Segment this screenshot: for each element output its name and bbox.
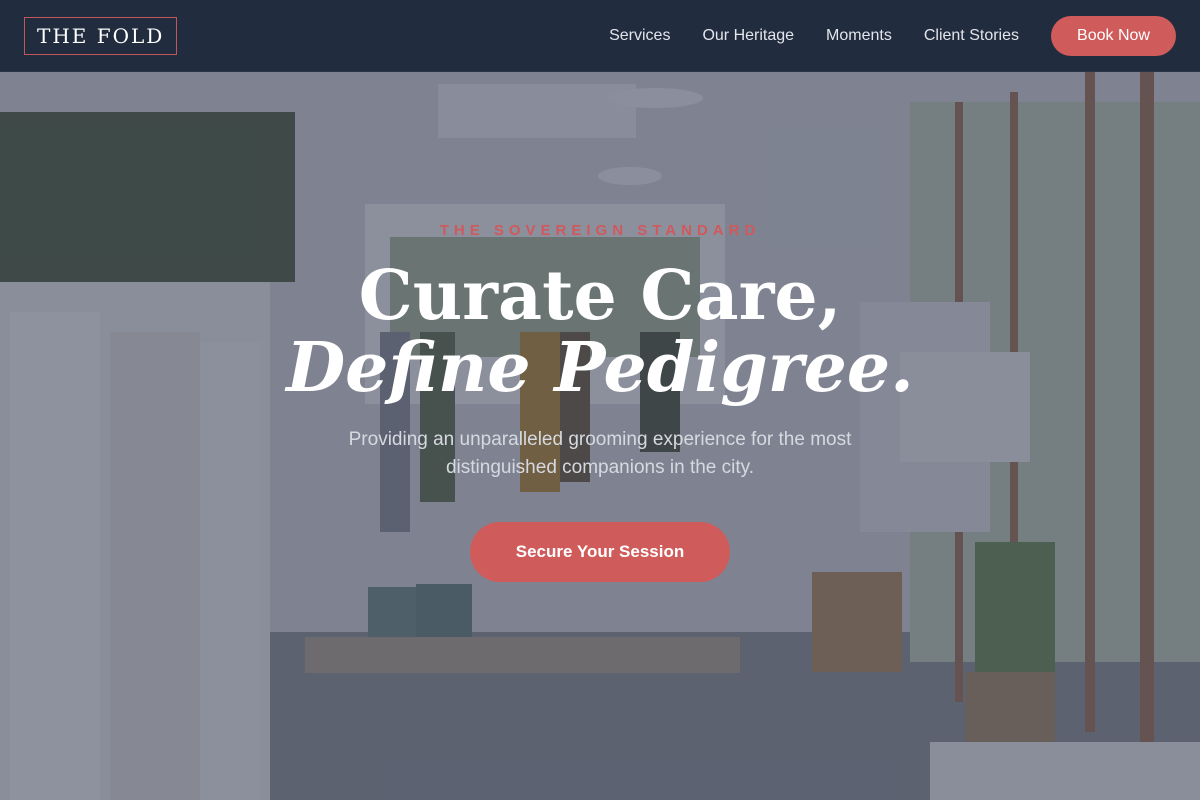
- hero-subtitle: Providing an unparalleled grooming exper…: [348, 429, 852, 478]
- nav-link-client-stories[interactable]: Client Stories: [924, 27, 1019, 45]
- hero-headline-line1: Curate Care,: [358, 256, 842, 336]
- hero-content: THE SOVEREIGN STANDARD Curate Care, Defi…: [0, 72, 1200, 800]
- hero-section: THE SOVEREIGN STANDARD Curate Care, Defi…: [0, 72, 1200, 800]
- nav-link-moments[interactable]: Moments: [826, 27, 892, 45]
- hero-eyebrow: THE SOVEREIGN STANDARD: [439, 222, 761, 239]
- site-header: THE FOLD Services Our Heritage Moments C…: [0, 0, 1200, 72]
- brand-logo[interactable]: THE FOLD: [24, 16, 178, 55]
- main-nav: Services Our Heritage Moments Client Sto…: [609, 27, 1019, 45]
- secure-session-button[interactable]: Secure Your Session: [470, 522, 730, 582]
- nav-link-services[interactable]: Services: [609, 27, 670, 45]
- hero-headline-line2: Define Pedigree.: [286, 328, 914, 408]
- nav-link-heritage[interactable]: Our Heritage: [702, 27, 794, 45]
- hero-headline: Curate Care, Define Pedigree.: [0, 260, 1200, 404]
- book-now-button[interactable]: Book Now: [1051, 15, 1176, 56]
